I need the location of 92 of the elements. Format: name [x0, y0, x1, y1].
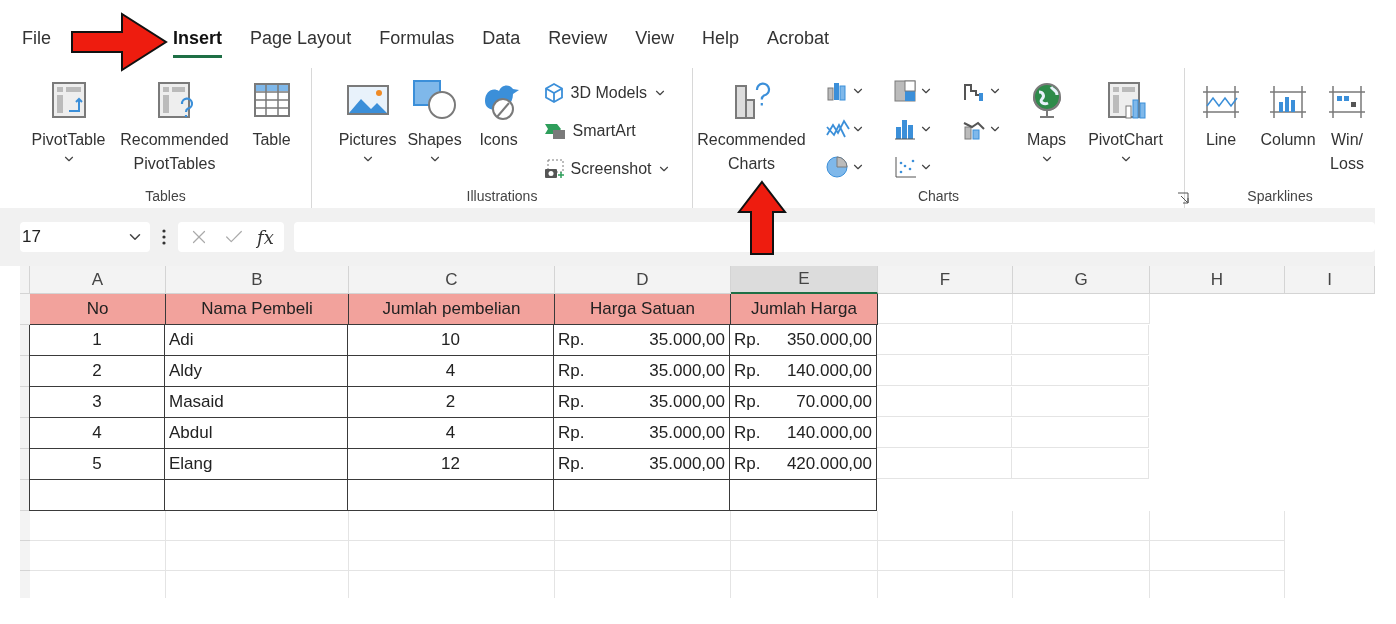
- amount-text: 35.000,00: [649, 453, 725, 476]
- column-header[interactable]: G: [1013, 266, 1150, 294]
- amount-text: 420.000,00: [786, 453, 872, 476]
- row-header[interactable]: [20, 418, 30, 449]
- menu-tab[interactable]: View: [635, 25, 674, 58]
- name-box[interactable]: 17: [20, 222, 150, 252]
- dialog-launcher-icon[interactable]: [1176, 192, 1189, 204]
- table-grid-icon: [251, 80, 292, 120]
- row-header[interactable]: [20, 480, 30, 511]
- ribbon-button[interactable]: Table: [236, 68, 307, 186]
- menu-tab[interactable]: Page Layout: [250, 25, 352, 58]
- menu-tab[interactable]: Insert: [173, 25, 223, 58]
- ribbon-small-button[interactable]: 3D Models: [542, 76, 672, 110]
- ribbon-button[interactable]: Column: [1252, 68, 1324, 186]
- table-cell: 4: [29, 418, 165, 449]
- menu-tab[interactable]: Data: [482, 25, 521, 58]
- amount-text: 350.000,00: [786, 329, 872, 352]
- cube-icon: [542, 82, 565, 104]
- table-cell: Adi: [165, 325, 348, 356]
- currency-symbol: Rp.: [734, 391, 761, 414]
- table-cell: 2: [348, 387, 554, 418]
- row-header[interactable]: [20, 356, 30, 387]
- row-header[interactable]: [20, 387, 30, 418]
- table-cell: Aldy: [165, 356, 348, 387]
- table-header-cell: Jumlah pembelian: [349, 294, 555, 325]
- table-cell: 3: [29, 387, 165, 418]
- amount-text: 140.000,00: [786, 422, 872, 445]
- group-label: Illustrations: [466, 187, 538, 206]
- row-header[interactable]: [20, 325, 30, 356]
- table-cell: 5: [29, 449, 165, 480]
- ribbon-button[interactable]: Maps: [1014, 68, 1079, 186]
- pie-chart-icon: [824, 155, 851, 179]
- column-header[interactable]: I: [1285, 266, 1375, 294]
- table-cell: 12: [348, 449, 554, 480]
- column-header[interactable]: F: [878, 266, 1013, 294]
- currency-symbol: Rp.: [558, 329, 585, 352]
- column-header[interactable]: H: [1150, 266, 1285, 294]
- currency-symbol: Rp.: [558, 453, 585, 476]
- currency-symbol: Rp.: [734, 329, 761, 352]
- menu-tab[interactable]: Review: [548, 25, 608, 58]
- ribbon-button[interactable]: PivotTable: [24, 68, 113, 186]
- table-header-cell: No: [30, 294, 166, 325]
- column-header[interactable]: E: [731, 266, 878, 294]
- table-cell: 4: [348, 418, 554, 449]
- currency-symbol: Rp.: [734, 422, 761, 445]
- amount-text: 35.000,00: [649, 329, 725, 352]
- group-label: Sparklines: [1247, 187, 1313, 206]
- menu-tab[interactable]: Acrobat: [766, 25, 829, 58]
- cell-reference: 17: [22, 226, 41, 249]
- currency-symbol: Rp.: [734, 453, 761, 476]
- row-header[interactable]: [20, 449, 30, 480]
- table-cell: Elang: [165, 449, 348, 480]
- currency-symbol: Rp.: [558, 391, 585, 414]
- amount-text: 70.000,00: [796, 391, 872, 414]
- ribbon-button[interactable]: Icons: [466, 68, 531, 186]
- table-cell: 1: [29, 325, 165, 356]
- ribbon-button[interactable]: Shapes: [402, 68, 467, 186]
- table-cell: 4: [348, 356, 554, 387]
- arrow-icon: [70, 12, 168, 72]
- currency-symbol: Rp.: [558, 422, 585, 445]
- table-header-cell: Harga Satuan: [555, 294, 731, 325]
- ribbon-button[interactable]: PivotChart: [1078, 68, 1173, 186]
- menu-tab[interactable]: Formulas: [379, 25, 455, 58]
- group-label: Charts: [917, 187, 960, 206]
- menu-tab[interactable]: Help: [701, 25, 739, 58]
- table-cell: Abdul: [165, 418, 348, 449]
- ribbon-button[interactable]: Recommended PivotTables: [112, 68, 237, 186]
- pivot-chart-icon: [1105, 80, 1146, 120]
- ribbon-small-button[interactable]: Screenshot: [542, 152, 672, 186]
- amount-text: 35.000,00: [649, 360, 725, 383]
- table-cell: Masaid: [165, 387, 348, 418]
- table-cell: 2: [29, 356, 165, 387]
- insert-function-button[interactable]: fx: [256, 223, 274, 251]
- currency-symbol: Rp.: [558, 360, 585, 383]
- amount-text: 35.000,00: [649, 422, 725, 445]
- ribbon-button[interactable]: Pictures: [332, 68, 403, 186]
- shapes-icon: [411, 79, 458, 121]
- table-header-cell: Nama Pembeli: [166, 294, 349, 325]
- ribbon-small-button[interactable]: SmartArt: [542, 114, 672, 148]
- menu-tab[interactable]: File: [22, 25, 51, 58]
- ribbon-button[interactable]: Recommended Charts: [688, 68, 815, 186]
- ribbon-button[interactable]: Line: [1190, 68, 1252, 186]
- amount-text: 35.000,00: [649, 391, 725, 414]
- currency-symbol: Rp.: [734, 360, 761, 383]
- group-label: Tables: [145, 187, 186, 206]
- table-header-cell: Jumlah Harga: [731, 294, 878, 325]
- formula-input[interactable]: [294, 222, 1375, 252]
- amount-text: 140.000,00: [786, 360, 872, 383]
- table-cell: 10: [348, 325, 554, 356]
- arrow-icon: [737, 180, 787, 256]
- ribbon-button[interactable]: Win/ Loss: [1324, 68, 1370, 186]
- screenshot-icon: [542, 158, 565, 180]
